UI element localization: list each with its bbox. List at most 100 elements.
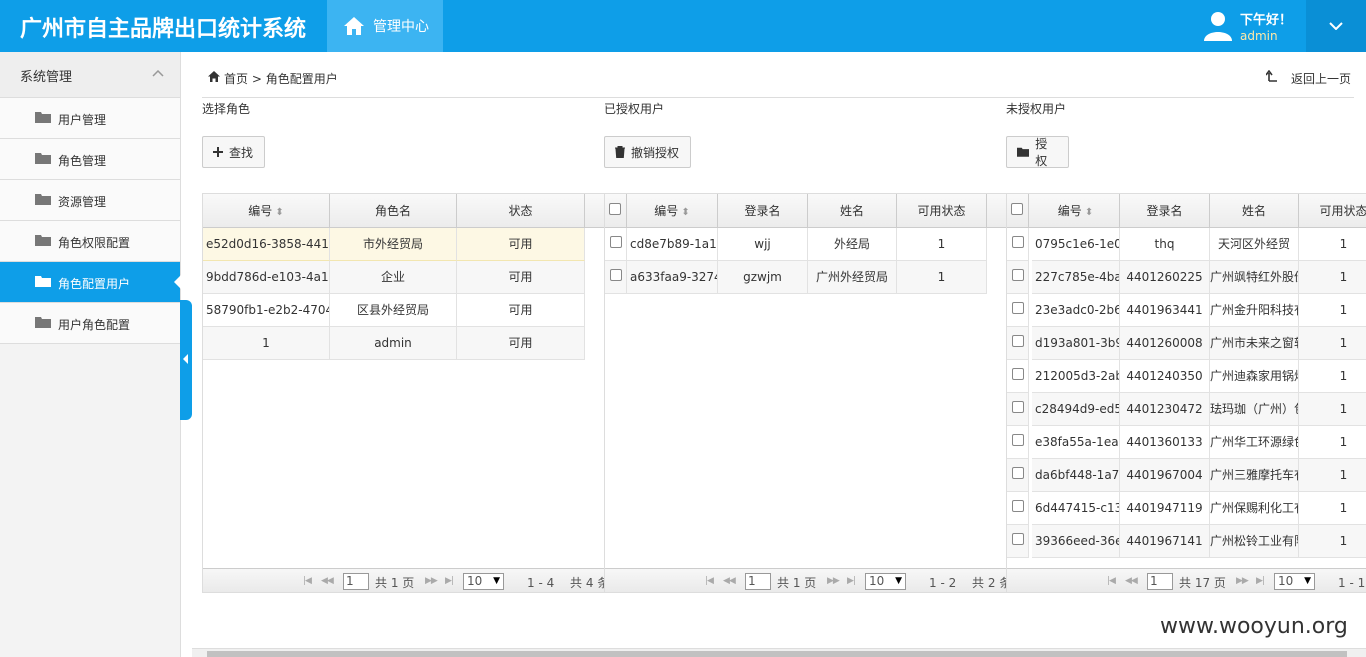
sort-icon[interactable]: ⬍ [678,207,689,218]
table-row[interactable]: 6d447415-c13c 4401947119 广州保赐利化工有 1 [1007,492,1366,525]
row-checkbox[interactable] [1012,533,1024,545]
first-page-button[interactable]: |◀ [705,576,714,586]
table-row[interactable]: 58790fb1-e2b2-4704- 区县外经贸局 可用 [203,294,604,327]
table-cell: 4401240350 [1120,360,1210,393]
table-cell: 外经局 [808,228,897,261]
row-checkbox-cell[interactable] [1007,327,1029,360]
header-checkbox-cell[interactable] [605,194,627,228]
row-checkbox-cell[interactable] [1007,261,1029,294]
home-icon [344,17,364,35]
row-checkbox[interactable] [1012,368,1024,380]
page-size-select[interactable]: 10 [865,573,906,590]
page-size-select[interactable]: 10 [1274,573,1315,590]
next-page-button[interactable]: ▶▶ [1236,576,1249,586]
sort-icon[interactable]: ⬍ [1082,207,1093,218]
table-row[interactable]: cd8e7b89-1a1b wjj 外经局 1 [605,228,1006,261]
sidebar-item-role-users[interactable]: 角色配置用户 [0,262,181,303]
revoke-button[interactable]: 撤销授权 [604,136,691,168]
sidebar-item-user-management[interactable]: 用户管理 [0,98,180,139]
last-page-button[interactable]: ▶| [445,576,454,586]
column-header[interactable]: 可用状态 [1299,194,1366,228]
column-header[interactable]: 登录名 [718,194,808,228]
column-header[interactable]: 登录名 [1120,194,1210,228]
row-checkbox-cell[interactable] [1007,492,1029,525]
table-cell: 广州飒特红外股份 [1210,261,1299,294]
column-header[interactable]: 编号 ⬍ [627,194,718,228]
page-number-input[interactable]: 1 [1147,573,1173,590]
table-row[interactable]: 227c785e-4baa 4401260225 广州飒特红外股份 1 [1007,261,1366,294]
row-checkbox-cell[interactable] [605,261,627,294]
grant-button[interactable]: 授权 [1006,136,1069,168]
column-header[interactable]: 姓名 [1210,194,1299,228]
page-number-input[interactable]: 1 [343,573,369,590]
sidebar-item-role-permission[interactable]: 角色权限配置 [0,221,180,262]
select-all-checkbox[interactable] [609,203,621,215]
sidebar-item-resource-management[interactable]: 资源管理 [0,180,180,221]
row-checkbox[interactable] [1012,236,1024,248]
table-row[interactable]: e52d0d16-3858-441d 市外经贸局 可用 [203,228,604,261]
table-row[interactable]: 9bdd786d-e103-4a12 企业 可用 [203,261,604,294]
first-page-button[interactable]: |◀ [1107,576,1116,586]
table-cell: 39366eed-36e1 [1032,525,1120,558]
sidebar-item-role-management[interactable]: 角色管理 [0,139,180,180]
table-row[interactable]: 23e3adc0-2b68 4401963441 广州金升阳科技有 1 [1007,294,1366,327]
table-row[interactable]: 212005d3-2abf 4401240350 广州迪森家用锅炉 1 [1007,360,1366,393]
next-page-button[interactable]: ▶▶ [425,576,438,586]
table-row[interactable]: da6bf448-1a79 4401967004 广州三雅摩托车有 1 [1007,459,1366,492]
last-page-button[interactable]: ▶| [1256,576,1265,586]
page-size-select[interactable]: 10 [463,573,504,590]
column-header-label: 编号 [248,204,273,218]
row-checkbox-cell[interactable] [1007,294,1029,327]
sidebar-item-user-roles[interactable]: 用户角色配置 [0,303,180,344]
row-checkbox-cell[interactable] [1007,360,1029,393]
column-header[interactable]: 编号 ⬍ [203,194,330,228]
column-header[interactable]: 姓名 [808,194,897,228]
table-row[interactable]: d193a801-3b934401260008广州市未来之窗软1 [1007,327,1366,360]
next-page-button[interactable]: ▶▶ [827,576,840,586]
table-row[interactable]: 1 admin 可用 [203,327,604,360]
last-page-button[interactable]: ▶| [847,576,856,586]
sidebar-collapse-toggle[interactable] [180,300,192,420]
row-checkbox[interactable] [1012,500,1024,512]
column-header[interactable]: 可用状态 [897,194,987,228]
prev-page-button[interactable]: ◀◀ [1125,576,1138,586]
header-checkbox-cell[interactable] [1007,194,1029,228]
select-all-checkbox[interactable] [1011,203,1023,215]
row-checkbox-cell[interactable] [605,228,627,261]
horizontal-scrollbar[interactable] [192,648,1366,657]
table-row[interactable]: e38fa55a-1ea3 4401360133 广州华工环源绿色 1 [1007,426,1366,459]
row-checkbox[interactable] [1012,401,1024,413]
sidebar-group-header[interactable]: 系统管理 [0,52,180,98]
row-checkbox[interactable] [610,269,622,281]
row-checkbox[interactable] [1012,302,1024,314]
row-checkbox[interactable] [1012,467,1024,479]
column-header[interactable]: 编号 ⬍ [1032,194,1120,228]
row-checkbox-cell[interactable] [1007,459,1029,492]
search-button[interactable]: 查找 [202,136,265,168]
table-row[interactable]: c28494d9-ed5c 4401230472 珐玛珈（广州）包 1 [1007,393,1366,426]
table-row[interactable]: 0795c1e6-1e03 thq 天河区外经贸 1 [1007,228,1366,261]
user-menu-dropdown[interactable] [1306,0,1366,52]
row-checkbox[interactable] [610,236,622,248]
user-info[interactable]: 下午好！ admin [1200,6,1305,46]
row-checkbox-cell[interactable] [1007,393,1029,426]
row-checkbox[interactable] [1012,434,1024,446]
scrollbar-thumb[interactable] [207,651,1347,657]
row-checkbox[interactable] [1012,269,1024,281]
prev-page-button[interactable]: ◀◀ [723,576,736,586]
breadcrumb-home[interactable]: 首页 [224,72,248,86]
table-row[interactable]: a633faa9-3274 gzwjm 广州外经贸局 1 [605,261,1006,294]
row-checkbox-cell[interactable] [1007,228,1029,261]
row-checkbox-cell[interactable] [1007,426,1029,459]
nav-management-center[interactable]: 管理中心 [327,0,443,52]
first-page-button[interactable]: |◀ [303,576,312,586]
back-link[interactable]: 返回上一页 [1291,70,1351,87]
row-checkbox[interactable] [1012,335,1024,347]
column-header[interactable]: 状态 [457,194,585,228]
column-header[interactable]: 角色名 [330,194,457,228]
prev-page-button[interactable]: ◀◀ [321,576,334,586]
sort-icon[interactable]: ⬍ [272,207,283,218]
row-checkbox-cell[interactable] [1007,525,1029,558]
page-number-input[interactable]: 1 [745,573,771,590]
table-row[interactable]: 39366eed-36e14401967141广州松铃工业有限1 [1007,525,1366,558]
